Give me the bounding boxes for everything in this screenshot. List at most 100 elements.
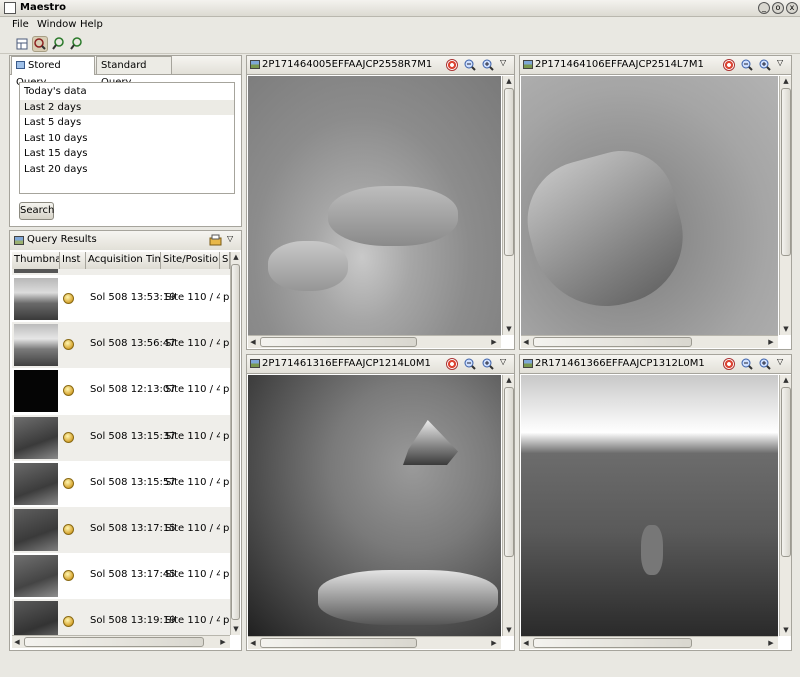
table-row[interactable]: Sol 508 13:17:15Site 110 / 436p <box>12 507 230 553</box>
scroll-down-icon[interactable]: ▼ <box>231 624 241 634</box>
table-row[interactable]: Sol 508 13:15:37Site 110 / 436p <box>12 414 230 461</box>
scroll-right-icon[interactable]: ▶ <box>489 638 499 648</box>
instrument-icon <box>63 477 74 489</box>
image-hscrollbar[interactable]: ◀ ▶ <box>248 335 501 348</box>
list-item[interactable]: Today's data <box>20 84 234 100</box>
image-vscrollbar[interactable]: ▲ ▼ <box>779 76 791 335</box>
zoom-out-icon[interactable] <box>464 358 476 370</box>
view-menu-icon[interactable]: ▽ <box>777 357 783 366</box>
zoom-in-icon[interactable] <box>482 358 494 370</box>
scroll-right-icon[interactable]: ▶ <box>489 337 499 347</box>
maximize-icon[interactable]: o <box>772 2 784 14</box>
mars-image[interactable] <box>521 76 778 335</box>
table-row[interactable] <box>12 269 230 275</box>
tab-stored-query[interactable]: Stored Query <box>11 56 95 88</box>
col-s[interactable]: S <box>220 252 230 269</box>
zoom-out-icon[interactable] <box>741 59 753 71</box>
zoom-in-icon[interactable] <box>759 59 771 71</box>
col-site-position[interactable]: Site/Position <box>161 252 220 269</box>
scroll-thumb[interactable] <box>24 637 204 647</box>
target-icon[interactable] <box>723 59 735 71</box>
search-button[interactable]: Search <box>19 202 54 220</box>
table-row[interactable]: Sol 508 13:17:45Site 110 / 436p <box>12 553 230 599</box>
layout-icon[interactable] <box>14 36 30 52</box>
image-hscrollbar[interactable]: ◀ ▶ <box>248 636 501 649</box>
scroll-thumb[interactable] <box>781 88 791 257</box>
scroll-right-icon[interactable]: ▶ <box>218 637 228 647</box>
view-menu-icon[interactable]: ▽ <box>227 234 233 243</box>
col-acquisition-time[interactable]: Acquisition Time <box>86 252 161 269</box>
image-hscrollbar[interactable]: ◀ ▶ <box>521 636 778 649</box>
scroll-left-icon[interactable]: ◀ <box>248 638 258 648</box>
scroll-right-icon[interactable]: ▶ <box>766 337 776 347</box>
export-icon[interactable] <box>209 234 222 246</box>
view-menu-icon[interactable]: ▽ <box>777 58 783 67</box>
target-icon[interactable] <box>446 59 458 71</box>
mars-image[interactable] <box>248 76 501 335</box>
scroll-thumb[interactable] <box>533 638 693 648</box>
scroll-thumb[interactable] <box>533 337 693 347</box>
zoom-in-icon[interactable] <box>482 59 494 71</box>
col-thumbnail[interactable]: Thumbnail <box>12 252 60 269</box>
scroll-thumb[interactable] <box>781 387 791 557</box>
query-results-panel: Query Results ▽ Thumbnail Inst Acquisiti… <box>9 230 242 651</box>
scroll-down-icon[interactable]: ▼ <box>504 625 514 635</box>
table-row[interactable]: Sol 508 13:56:47Site 110 / 436p <box>12 322 230 369</box>
search-forward-icon[interactable] <box>70 36 86 52</box>
scroll-left-icon[interactable]: ◀ <box>12 637 22 647</box>
list-item[interactable]: Last 20 days <box>20 162 234 178</box>
scroll-thumb[interactable] <box>260 638 417 648</box>
acquisition-time: Sol 508 12:13:07 <box>90 384 176 396</box>
query-icon[interactable] <box>32 36 48 52</box>
table-row[interactable]: Sol 508 12:13:07Site 110 / 432p <box>12 368 230 414</box>
minimize-icon[interactable]: _ <box>758 2 770 14</box>
scroll-up-icon[interactable]: ▲ <box>231 252 241 262</box>
list-item[interactable]: Last 2 days <box>20 99 234 115</box>
scroll-thumb[interactable] <box>504 387 514 557</box>
search-back-icon[interactable] <box>52 36 68 52</box>
mars-image[interactable] <box>248 375 501 636</box>
image-hscrollbar[interactable]: ◀ ▶ <box>521 335 778 348</box>
zoom-out-icon[interactable] <box>464 59 476 71</box>
zoom-out-icon[interactable] <box>741 358 753 370</box>
scroll-right-icon[interactable]: ▶ <box>766 638 776 648</box>
scroll-up-icon[interactable]: ▲ <box>781 375 791 385</box>
col-inst[interactable]: Inst <box>60 252 86 269</box>
view-menu-icon[interactable]: ▽ <box>500 58 506 67</box>
results-vscrollbar[interactable]: ▲ ▼ <box>230 252 240 635</box>
scroll-up-icon[interactable]: ▲ <box>781 76 791 86</box>
scroll-thumb[interactable] <box>504 88 514 257</box>
image-vscrollbar[interactable]: ▲ ▼ <box>779 375 791 636</box>
scroll-left-icon[interactable]: ◀ <box>248 337 258 347</box>
menu-window[interactable]: Window <box>37 19 76 30</box>
scroll-down-icon[interactable]: ▼ <box>504 324 514 334</box>
menu-help[interactable]: Help <box>80 19 103 30</box>
list-item[interactable]: Last 5 days <box>20 115 234 131</box>
scroll-thumb[interactable] <box>231 264 240 620</box>
view-menu-icon[interactable]: ▽ <box>500 357 506 366</box>
target-icon[interactable] <box>723 358 735 370</box>
zoom-in-icon[interactable] <box>759 358 771 370</box>
image-vscrollbar[interactable]: ▲ ▼ <box>502 375 514 636</box>
close-icon[interactable]: x <box>786 2 798 14</box>
list-item[interactable]: Last 10 days <box>20 131 234 147</box>
scroll-thumb[interactable] <box>260 337 417 347</box>
scroll-up-icon[interactable]: ▲ <box>504 76 514 86</box>
results-hscrollbar[interactable]: ◀ ▶ <box>12 635 230 648</box>
list-item[interactable]: Last 15 days <box>20 146 234 162</box>
target-icon[interactable] <box>446 358 458 370</box>
thumbnail <box>14 269 58 273</box>
menu-file[interactable]: File <box>12 19 29 30</box>
table-row[interactable]: Sol 508 13:15:57Site 110 / 436p <box>12 461 230 507</box>
scroll-left-icon[interactable]: ◀ <box>521 337 531 347</box>
scroll-down-icon[interactable]: ▼ <box>781 625 791 635</box>
scroll-down-icon[interactable]: ▼ <box>781 324 791 334</box>
tab-standard-query[interactable]: Standard Query <box>96 56 172 88</box>
image-vscrollbar[interactable]: ▲ ▼ <box>502 76 514 335</box>
acquisition-time: Sol 508 13:15:37 <box>90 430 176 442</box>
mars-image[interactable] <box>521 375 778 636</box>
table-row[interactable]: Sol 508 13:53:19Site 110 / 436p <box>12 276 230 322</box>
scroll-up-icon[interactable]: ▲ <box>504 375 514 385</box>
scroll-left-icon[interactable]: ◀ <box>521 638 531 648</box>
table-row[interactable]: Sol 508 13:19:19Site 110 / 436p <box>12 599 230 635</box>
